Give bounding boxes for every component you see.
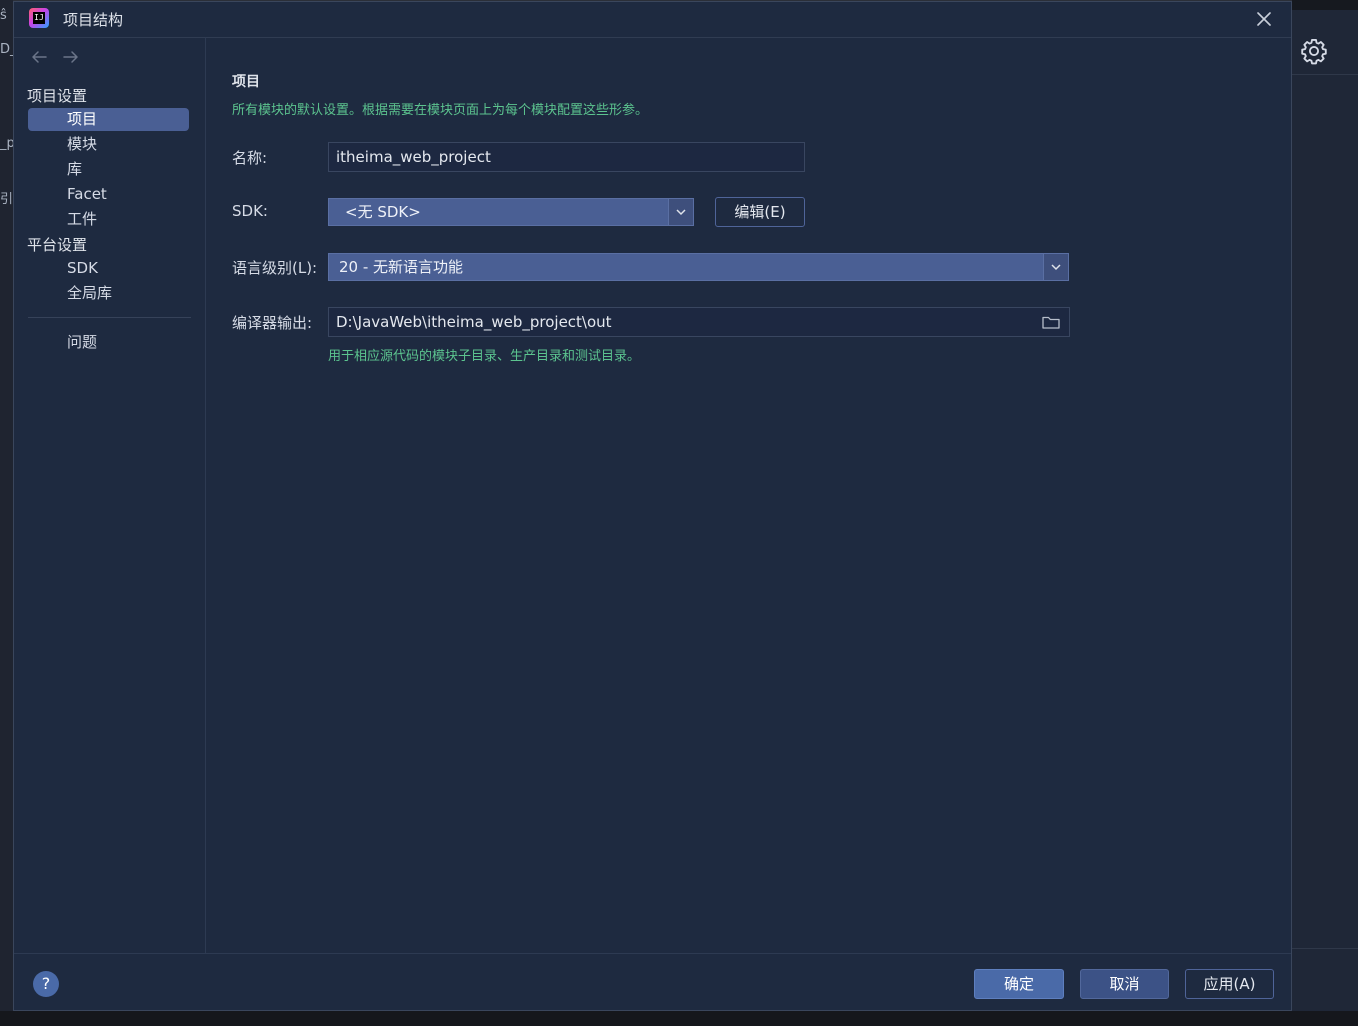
language-level-select[interactable]: 20 - 无新语言功能: [328, 253, 1069, 281]
sidebar-item-artifacts[interactable]: 工件: [28, 208, 189, 231]
dialog-titlebar: IJ 项目结构: [14, 2, 1291, 38]
background-ide-right: [1292, 0, 1358, 1026]
language-level-label: 语言级别(L):: [232, 259, 318, 277]
compiler-output-value: D:\JavaWeb\itheima_web_project\out: [336, 313, 612, 331]
apply-button[interactable]: 应用(A): [1185, 969, 1274, 999]
sidebar-item-problems[interactable]: 问题: [28, 331, 189, 354]
dialog-footer: ? 确定 取消 应用(A): [14, 953, 1291, 1011]
sidebar-item-libraries[interactable]: 库: [28, 158, 189, 181]
background-bottom: [0, 1011, 1358, 1026]
sdk-edit-button[interactable]: 编辑(E): [715, 197, 805, 227]
sidebar-item-facets[interactable]: Facet: [28, 183, 189, 206]
compiler-output-hint: 用于相应源代码的模块子目录、生产目录和测试目录。: [328, 349, 641, 364]
page-title: 项目: [232, 74, 260, 90]
sidebar-item-project[interactable]: 项目: [28, 108, 189, 131]
ok-button[interactable]: 确定: [974, 969, 1064, 999]
sidebar-divider: [28, 317, 191, 318]
intellij-app-icon: IJ: [29, 8, 49, 28]
sdk-label: SDK:: [232, 202, 268, 220]
sidebar-item-sdks[interactable]: SDK: [28, 257, 189, 280]
back-arrow-icon[interactable]: [30, 49, 48, 65]
compiler-output-field[interactable]: D:\JavaWeb\itheima_web_project\out: [328, 307, 1070, 337]
chevron-down-icon: [1043, 254, 1068, 280]
background-ide-left: [0, 0, 13, 1026]
background-divider: [1292, 74, 1358, 75]
help-button[interactable]: ?: [33, 971, 59, 997]
gear-icon[interactable]: [1300, 37, 1328, 65]
name-label: 名称:: [232, 149, 268, 167]
background-divider: [1292, 948, 1358, 949]
sidebar-item-global-libraries[interactable]: 全局库: [28, 282, 189, 305]
chevron-down-icon: [668, 199, 693, 225]
sidebar-item-modules[interactable]: 模块: [28, 133, 189, 156]
cancel-button[interactable]: 取消: [1080, 969, 1169, 999]
close-icon[interactable]: [1254, 9, 1274, 29]
sdk-select[interactable]: <无 SDK>: [328, 198, 694, 226]
group-label-platform-settings: 平台设置: [27, 236, 88, 254]
project-name-input[interactable]: [328, 142, 805, 172]
project-settings-panel: 项目 所有模块的默认设置。根据需要在模块页面上为每个模块配置这些形参。 名称: …: [206, 37, 1291, 953]
group-label-project-settings: 项目设置: [27, 87, 88, 105]
page-description: 所有模块的默认设置。根据需要在模块页面上为每个模块配置这些形参。: [232, 103, 649, 118]
sidebar: 项目设置 项目 模块 库 Facet 工件 平台设置 SDK 全局库 问题: [14, 37, 206, 953]
project-structure-dialog: IJ 项目结构 项目设置 项目 模块 库 Facet 工件 平台设置 SDK 全…: [13, 1, 1292, 1011]
sdk-select-value: <无 SDK>: [345, 203, 421, 221]
background-strip: [1292, 0, 1358, 10]
language-level-value: 20 - 无新语言功能: [339, 258, 464, 276]
background-fragment: ŝ: [0, 8, 7, 23]
folder-icon[interactable]: [1041, 314, 1061, 330]
forward-arrow-icon[interactable]: [62, 49, 80, 65]
dialog-title: 项目结构: [63, 11, 124, 29]
compiler-output-label: 编译器输出:: [232, 314, 313, 332]
